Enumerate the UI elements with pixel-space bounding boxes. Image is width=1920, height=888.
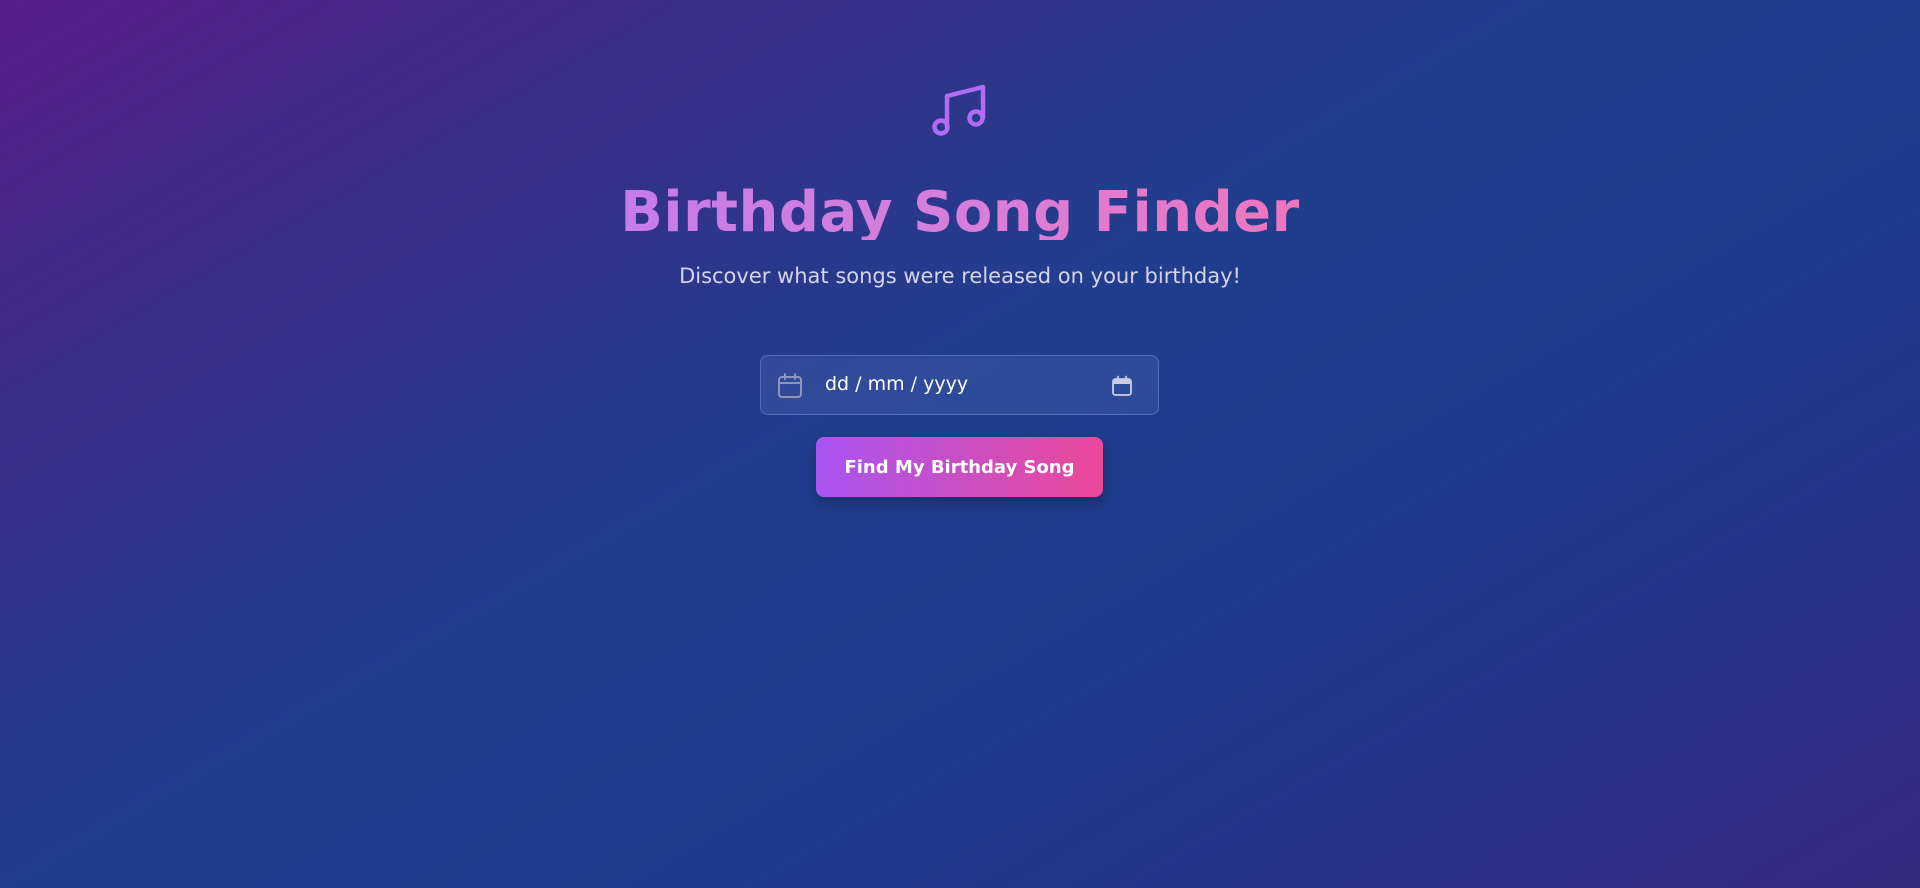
- birthday-date-input[interactable]: dd / mm / yyyy: [760, 355, 1159, 415]
- calendar-picker-icon[interactable]: [1111, 375, 1133, 397]
- calendar-icon: [778, 373, 802, 398]
- page-title-text: Birthday Song Finder: [620, 180, 1300, 240]
- find-birthday-song-button[interactable]: Find My Birthday Song: [816, 437, 1103, 497]
- music-note-icon: [932, 84, 986, 136]
- page: Birthday Song Finder Discover what songs…: [0, 0, 1920, 888]
- date-input-value[interactable]: dd / mm / yyyy: [825, 373, 968, 395]
- page-subtitle: Discover what songs were released on you…: [679, 264, 1241, 288]
- page-title: Birthday Song Finder: [0, 174, 1920, 240]
